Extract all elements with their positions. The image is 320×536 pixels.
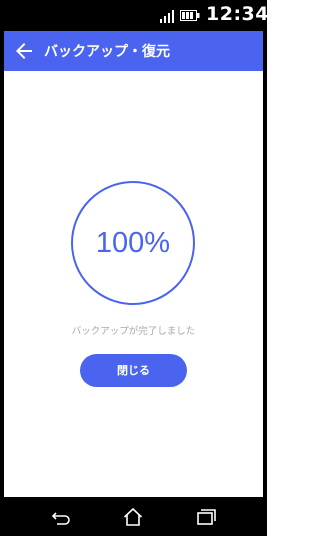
- status-clock: 12:34: [206, 3, 269, 25]
- main-content: 100% バックアップが完了しました 閉じる: [4, 71, 263, 497]
- home-icon[interactable]: [122, 506, 144, 528]
- status-message: バックアップが完了しました: [71, 326, 196, 337]
- page-title: バックアップ・復元: [44, 44, 170, 60]
- device-frame: 12:34 バックアップ・復元 100% バックアップが完了しました 閉じる: [0, 0, 269, 536]
- arrow-back-icon[interactable]: [12, 39, 36, 63]
- app-bar: バックアップ・復元: [4, 31, 263, 71]
- close-button[interactable]: 閉じる: [80, 354, 187, 387]
- progress-percentage: 100%: [95, 227, 171, 259]
- recents-icon[interactable]: [195, 506, 217, 528]
- signal-icon: [160, 10, 174, 23]
- navigation-bar: [0, 497, 267, 536]
- status-bar: 12:34: [0, 0, 269, 31]
- battery-icon: [180, 10, 200, 21]
- progress-circle: 100%: [71, 181, 195, 305]
- nav-back-icon[interactable]: [50, 506, 72, 528]
